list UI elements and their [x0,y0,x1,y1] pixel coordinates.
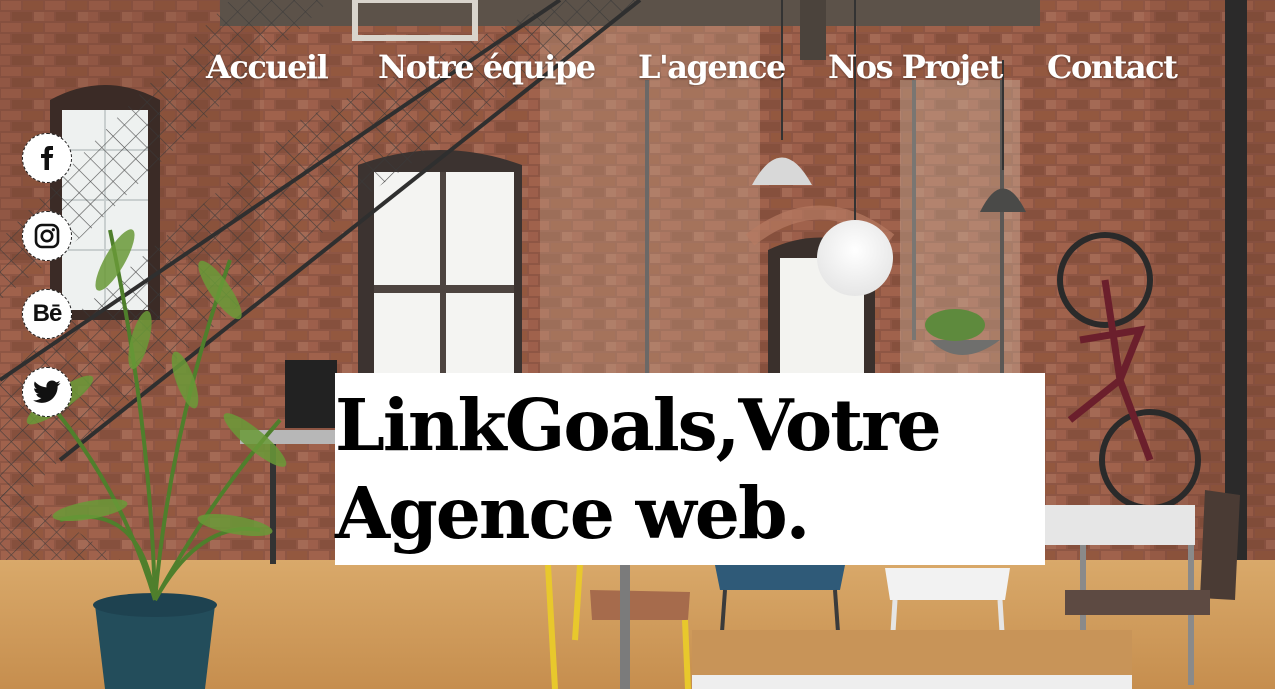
instagram-button[interactable] [22,211,72,261]
hero-headline-line2: Agence web. [335,471,810,555]
facebook-icon [41,146,54,170]
loft-photo [0,0,1275,689]
main-nav: Accueil Notre équipe L'agence Nos Projet… [0,48,1275,92]
nav-item-nos-projet[interactable]: Nos Projet [828,48,1003,86]
nav-item-notre-equipe[interactable]: Notre équipe [378,48,596,86]
nav-item-contact[interactable]: Contact [1047,48,1178,86]
nav-item-agence[interactable]: L'agence [638,48,786,86]
twitter-icon [33,380,61,403]
facebook-button[interactable] [22,133,72,183]
behance-button[interactable]: Bē [22,289,72,339]
behance-icon: Bē [32,300,63,327]
hero-headline: LinkGoals,Votre Agence web. [335,373,1045,557]
nav-item-accueil[interactable]: Accueil [206,48,329,86]
hero-headline-line1: LinkGoals,Votre [335,383,942,467]
hero-headline-box: LinkGoals,Votre Agence web. [335,373,1045,565]
instagram-icon [34,223,60,249]
twitter-button[interactable] [22,367,72,417]
hero-background [0,0,1275,689]
